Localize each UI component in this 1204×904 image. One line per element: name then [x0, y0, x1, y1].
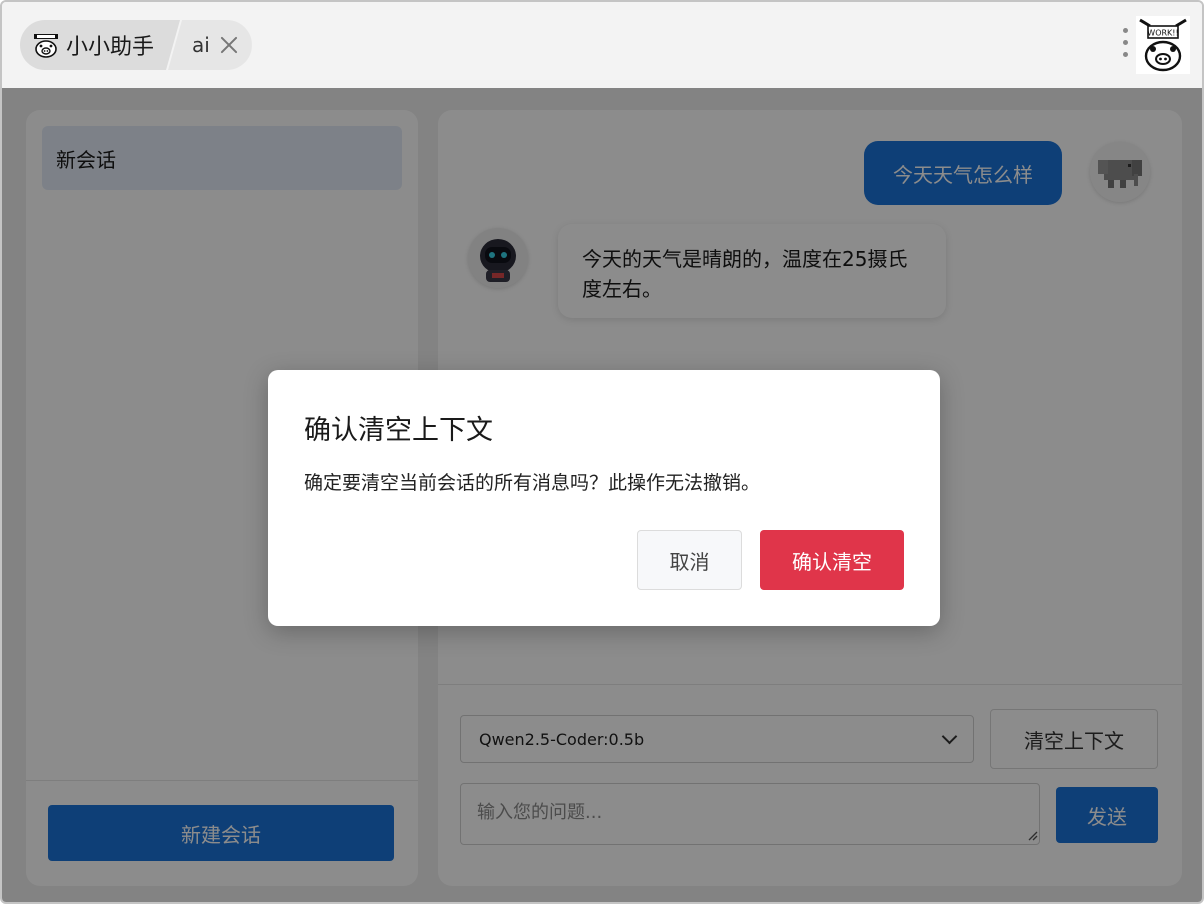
- breadcrumb: 小小助手 ai: [20, 20, 252, 70]
- app-name: 小小助手: [66, 35, 155, 60]
- title-bar: 小小助手 ai WORK!!: [2, 2, 1202, 88]
- confirm-clear-button[interactable]: 确认清空: [760, 530, 904, 590]
- close-icon[interactable]: [220, 36, 238, 54]
- kebab-menu-icon[interactable]: [1122, 28, 1130, 64]
- app-window: 小小助手 ai WORK!! 新会话 新建会话 今天天气怎么样 今天的天气是晴朗…: [0, 0, 1204, 904]
- pig-logo-icon: [32, 31, 60, 59]
- confirm-clear-dialog: 确认清空上下文 确定要清空当前会话的所有消息吗？此操作无法撤销。 取消 确认清空: [268, 370, 940, 626]
- tab-label: ai: [192, 33, 210, 57]
- work-mascot-icon[interactable]: WORK!!: [1136, 16, 1190, 74]
- dialog-title: 确认清空上下文: [304, 415, 493, 446]
- tab-ai[interactable]: ai: [168, 20, 252, 70]
- cancel-button[interactable]: 取消: [637, 530, 742, 590]
- dialog-message: 确定要清空当前会话的所有消息吗？此操作无法撤销。: [304, 472, 761, 494]
- app-crumb[interactable]: 小小助手: [20, 20, 180, 70]
- mascot-text: WORK!!: [1147, 29, 1178, 38]
